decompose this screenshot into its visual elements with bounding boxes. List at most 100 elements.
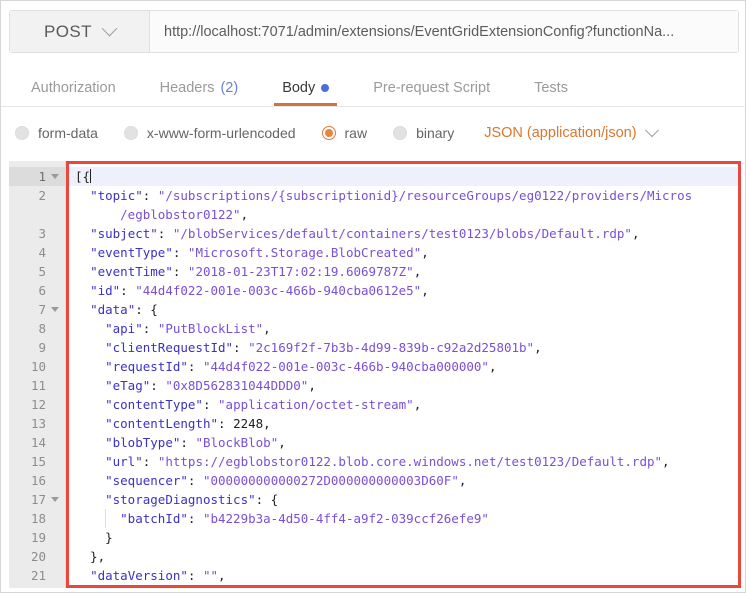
code-token: : xyxy=(187,511,203,526)
url-text: http://localhost:7071/admin/extensions/E… xyxy=(164,23,675,40)
code-token: "0x8D562831044DDD0" xyxy=(165,378,309,393)
code-token: "" xyxy=(202,568,219,583)
code-token: "44d4f022-001e-003c-466b-940cba0612e5" xyxy=(135,283,422,298)
http-method-label: POST xyxy=(44,21,92,41)
line-number: 3 xyxy=(38,226,46,241)
line-number: 10 xyxy=(30,359,46,374)
code-line: "eventTime": "2018-01-23T17:02:19.606978… xyxy=(69,262,738,281)
code-line: /egblobstor0122", xyxy=(69,205,738,224)
gutter-line: 13 xyxy=(9,414,65,433)
fold-triangle-icon[interactable] xyxy=(51,497,59,502)
line-number: 12 xyxy=(30,397,46,412)
content-type-dropdown[interactable]: JSON (application/json) xyxy=(484,123,659,141)
tab-label: Pre-request Script xyxy=(373,80,491,96)
tab-label: Authorization xyxy=(31,80,116,96)
code-line: "topic": "/subscriptions/{subscriptionid… xyxy=(69,186,738,205)
code-token: "Microsoft.Storage.BlobCreated" xyxy=(187,245,422,260)
code-token: "storageDiagnostics" xyxy=(105,492,256,507)
code-token: "topic" xyxy=(90,188,143,203)
code-token: }, xyxy=(75,549,106,564)
code-token: "2c169f2f-7b3b-4d99-839b-c92a2d25801b" xyxy=(248,340,535,355)
gutter-line: 15 xyxy=(9,452,65,471)
line-number: 22 xyxy=(31,585,46,588)
code-token: : { xyxy=(135,302,158,317)
body-type-form-data[interactable]: form-data xyxy=(15,125,98,141)
request-tabs: Authorization Headers (2) Body Pre-request S… xyxy=(1,67,746,107)
fold-triangle-icon[interactable] xyxy=(51,307,59,312)
gutter-line: 10 xyxy=(9,357,65,376)
body-type-x-www-form-urlencoded[interactable]: x-www-form-urlencoded xyxy=(123,125,296,141)
content-type-label: JSON (application/json) xyxy=(484,125,637,141)
code-line: "dataVersion": "", xyxy=(69,566,738,585)
code-line: "clientRequestId": "2c169f2f-7b3b-4d99-8… xyxy=(69,338,738,357)
body-type-binary[interactable]: binary xyxy=(393,125,454,141)
line-number-gutter: 12345678910111213141516171819202122 xyxy=(9,161,66,588)
code-line: "storageDiagnostics": { xyxy=(69,490,738,509)
code-token: : xyxy=(202,397,219,412)
code-token: : xyxy=(142,188,158,203)
code-token: "metadataVersion" xyxy=(90,587,218,588)
tab-pre-request-script[interactable]: Pre-request Script xyxy=(351,80,512,106)
code-token: : xyxy=(187,359,203,374)
code-area[interactable]: [{ "topic": "/subscriptions/{subscriptio… xyxy=(66,161,741,588)
line-number: 7 xyxy=(38,302,46,317)
tab-label: Headers xyxy=(159,80,215,96)
code-token: : xyxy=(180,435,196,450)
code-token: "/subscriptions/{subscriptionid}/resourc… xyxy=(157,188,693,203)
tab-authorization[interactable]: Authorization xyxy=(9,80,138,106)
body-type-label: form-data xyxy=(38,125,98,141)
line-number: 21 xyxy=(30,568,46,583)
code-token: , xyxy=(218,568,226,583)
gutter-line: 2 xyxy=(9,186,65,205)
gutter-line: 20 xyxy=(9,547,65,566)
radio-button-icon[interactable] xyxy=(15,126,29,140)
line-number: 15 xyxy=(30,454,46,469)
line-number: 13 xyxy=(30,416,46,431)
fold-triangle-icon[interactable] xyxy=(51,174,59,179)
gutter-line: 7 xyxy=(9,300,65,319)
body-type-raw[interactable]: raw xyxy=(321,125,367,141)
code-token: "1" xyxy=(233,587,256,588)
code-line: "contentType": "application/octet-stream… xyxy=(69,395,738,414)
url-input[interactable]: http://localhost:7071/admin/extensions/E… xyxy=(150,11,738,52)
code-line: "requestId": "44d4f022-001e-003c-466b-94… xyxy=(69,357,738,376)
code-token: "PutBlockList" xyxy=(157,321,264,336)
tab-headers[interactable]: Headers (2) xyxy=(138,80,261,106)
gutter-line: 3 xyxy=(9,224,65,243)
line-number: 4 xyxy=(38,245,46,260)
tab-tests[interactable]: Tests xyxy=(512,80,590,106)
code-line: } xyxy=(69,528,738,547)
text-cursor xyxy=(90,169,92,183)
gutter-line: 9 xyxy=(9,338,65,357)
radio-button-icon[interactable] xyxy=(321,126,336,140)
code-token: : xyxy=(172,245,188,260)
code-token: , xyxy=(278,435,286,450)
code-token: , xyxy=(240,207,249,222)
code-token: "dataVersion" xyxy=(90,568,188,583)
line-number: 2 xyxy=(38,188,46,203)
gutter-line: 14 xyxy=(9,433,65,452)
line-number: 17 xyxy=(30,492,46,507)
gutter-line: 5 xyxy=(9,262,65,281)
request-url-bar: POST http://localhost:7071/admin/extensi… xyxy=(9,10,739,53)
line-number: 14 xyxy=(30,435,46,450)
line-number: 11 xyxy=(30,378,46,393)
radio-button-icon[interactable] xyxy=(393,126,408,140)
code-token: , xyxy=(421,245,429,260)
json-body-editor: 12345678910111213141516171819202122 [{ "… xyxy=(9,161,741,588)
code-token: "batchId" xyxy=(120,511,188,526)
code-token: , xyxy=(458,473,467,488)
radio-button-icon[interactable] xyxy=(123,126,138,140)
tab-body[interactable]: Body xyxy=(260,80,351,106)
http-method-selector[interactable]: POST xyxy=(10,11,150,52)
code-line: "url": "https://egblobstor0122.blob.core… xyxy=(69,452,738,471)
